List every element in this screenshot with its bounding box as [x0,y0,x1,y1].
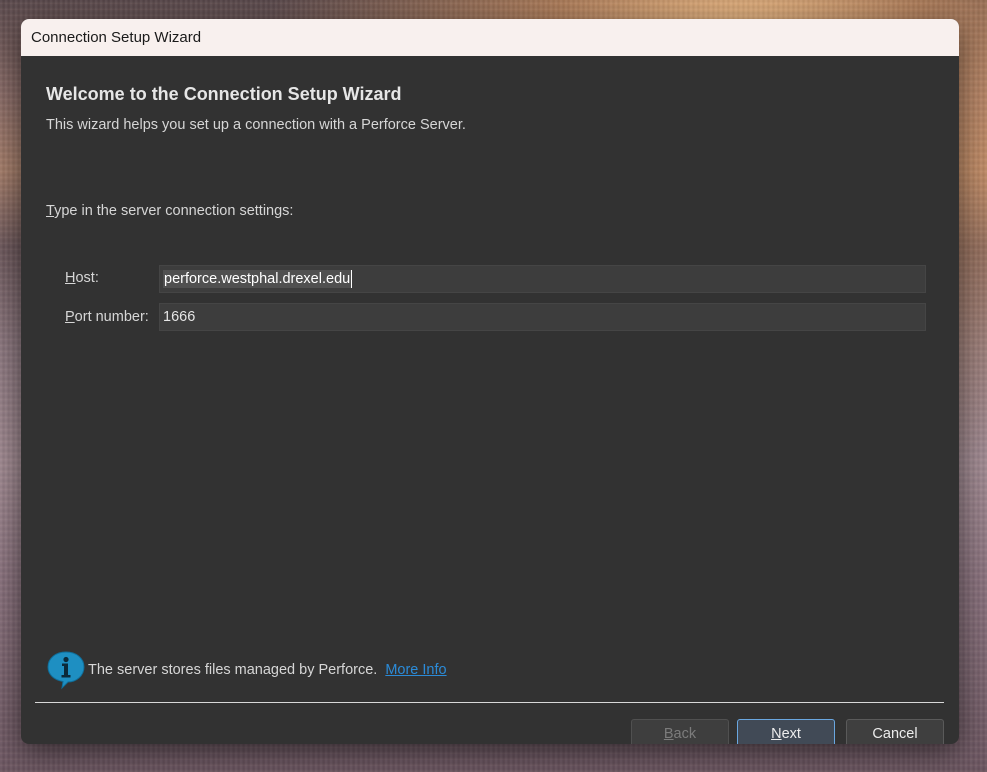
dialog-content: Welcome to the Connection Setup Wizard T… [21,56,959,744]
port-input[interactable]: 1666 [159,303,926,331]
host-input-value: perforce.westphal.drexel.edu [163,270,353,288]
next-button[interactable]: Next [737,719,835,744]
window-title: Connection Setup Wizard [31,29,202,46]
info-row: The server stores files managed by Perfo… [46,650,447,690]
wizard-dialog: Connection Setup Wizard Welcome to the C… [21,19,959,744]
page-title: Welcome to the Connection Setup Wizard [46,84,402,104]
cancel-button[interactable]: Cancel [846,719,944,744]
port-label: Port number: [65,309,149,325]
info-icon [47,651,85,690]
back-button[interactable]: Back [631,719,729,744]
host-input[interactable]: perforce.westphal.drexel.edu [159,265,926,293]
button-separator [35,702,944,703]
page-description: This wizard helps you set up a connectio… [46,117,466,133]
host-label: Host: [65,270,99,286]
title-bar[interactable]: Connection Setup Wizard [21,19,959,56]
more-info-link[interactable]: More Info [385,662,446,678]
settings-section-label: Type in the server connection settings: [46,203,294,219]
port-input-value: 1666 [163,309,196,325]
info-text: The server stores files managed by Perfo… [88,662,378,678]
